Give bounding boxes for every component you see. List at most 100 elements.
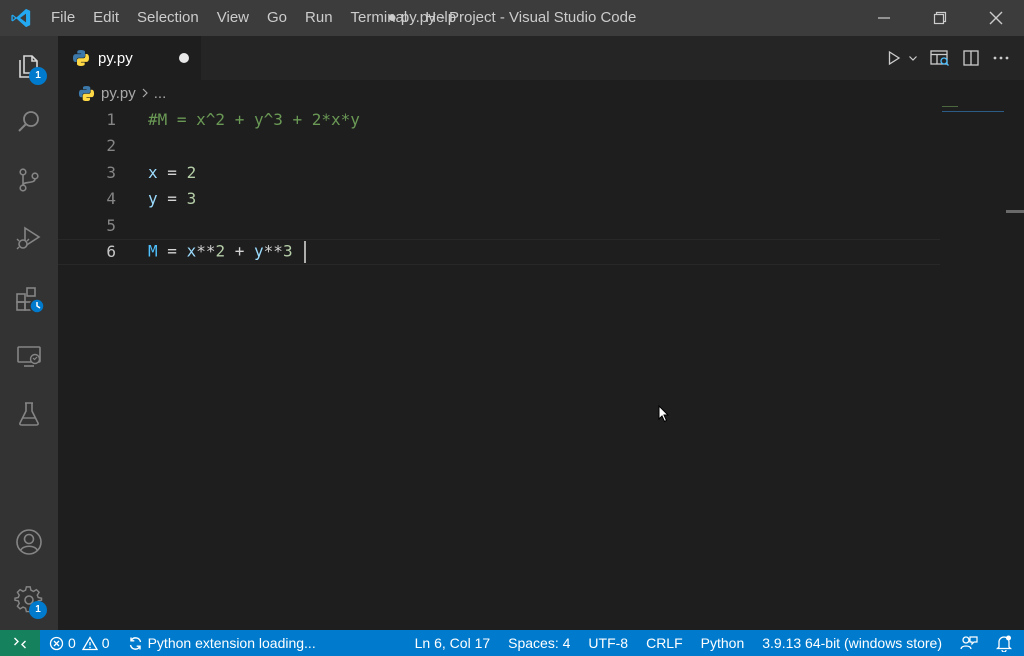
remote-icon — [14, 637, 26, 649]
code-line: 5 — [58, 212, 940, 239]
line-number: 4 — [106, 189, 116, 209]
remote-explorer-icon — [17, 346, 41, 367]
menu-edit[interactable]: Edit — [84, 0, 128, 36]
activity-search[interactable] — [0, 94, 58, 150]
breadcrumb-symbols[interactable]: ... — [154, 85, 167, 102]
python-loading-text: Python extension loading... — [147, 635, 316, 651]
vscode-logo-icon — [0, 0, 42, 36]
scrollbar-cursor-marker[interactable] — [1006, 210, 1024, 213]
line-number: 6 — [106, 242, 116, 262]
line-code: y = 3 — [148, 189, 197, 209]
restore-button[interactable] — [912, 0, 968, 36]
close-icon — [989, 11, 1003, 25]
menu-selection[interactable]: Selection — [128, 0, 208, 36]
feedback-icon — [960, 636, 978, 650]
run-debug-icon — [16, 226, 41, 250]
notifications-button[interactable] — [987, 630, 1024, 656]
code-editor[interactable]: 1 #M = x^2 + y^3 + 2*x*y 2 3 x = 2 4 y =… — [58, 106, 1024, 630]
line-code: M = x**2 + y**3 — [148, 240, 307, 263]
play-icon — [888, 50, 901, 66]
menu-terminal[interactable]: Terminal — [342, 0, 417, 36]
breadcrumb-file[interactable]: py.py — [101, 85, 136, 102]
search-icon — [18, 111, 39, 132]
activity-explorer[interactable]: 1 — [0, 38, 58, 94]
mouse-pointer-icon — [658, 405, 670, 423]
activity-accounts[interactable] — [0, 514, 58, 570]
encoding[interactable]: UTF-8 — [579, 630, 637, 656]
status-bar-right: Ln 6, Col 17 Spaces: 4 UTF-8 CRLF Python… — [406, 630, 1024, 656]
python-file-icon — [78, 85, 95, 101]
warning-count: 0 — [101, 635, 110, 651]
remote-indicator[interactable] — [0, 630, 40, 656]
preview-icon — [930, 50, 949, 66]
error-icon — [49, 636, 64, 650]
restore-icon — [933, 11, 947, 25]
title-bar: File Edit Selection View Go Run Terminal… — [0, 0, 1024, 36]
activity-remote-explorer[interactable] — [0, 328, 58, 384]
minimap[interactable] — [942, 106, 1004, 114]
tab-py-py[interactable]: py.py — [58, 36, 201, 80]
chevron-down-icon — [909, 56, 917, 61]
activity-run-debug[interactable] — [0, 210, 58, 266]
python-file-icon — [73, 50, 89, 66]
explorer-badge: 1 — [29, 67, 47, 85]
tab-bar: py.py — [58, 36, 1024, 80]
activity-testing[interactable] — [0, 386, 58, 442]
python-loading-status[interactable]: Python extension loading... — [119, 630, 325, 656]
line-number: 2 — [106, 136, 116, 156]
problems-indicator[interactable]: 0 0 — [40, 630, 119, 656]
menu-go[interactable]: Go — [258, 0, 296, 36]
menu-bar: File Edit Selection View Go Run Terminal… — [42, 0, 465, 36]
split-editor-icon — [963, 50, 979, 66]
status-bar: 0 0 Python extension loading... Ln 6, Co… — [0, 630, 1024, 656]
editor-actions — [880, 36, 1024, 80]
line-number: 3 — [106, 162, 116, 182]
window-controls — [856, 0, 1024, 36]
line-code: x = 2 — [148, 162, 197, 182]
code-line: 2 — [58, 133, 940, 160]
menu-file[interactable]: File — [42, 0, 84, 36]
menu-view[interactable]: View — [208, 0, 258, 36]
code-line: 1 #M = x^2 + y^3 + 2*x*y — [58, 106, 940, 133]
open-preview-button[interactable] — [924, 36, 956, 80]
sync-icon — [129, 636, 141, 650]
python-interpreter[interactable]: 3.9.13 64-bit (windows store) — [753, 630, 951, 656]
extensions-icon — [16, 287, 44, 314]
error-count: 0 — [68, 635, 76, 651]
minimize-icon — [878, 17, 890, 19]
flask-icon — [19, 402, 39, 426]
menu-run[interactable]: Run — [296, 0, 342, 36]
line-number: 5 — [106, 215, 116, 235]
feedback-button[interactable] — [951, 630, 987, 656]
close-window-button[interactable] — [968, 0, 1024, 36]
breadcrumb: py.py ... — [58, 80, 166, 106]
chevron-right-icon — [142, 88, 148, 98]
manage-badge: 1 — [29, 601, 47, 619]
minimize-button[interactable] — [856, 0, 912, 36]
line-code-text: M = x**2 + y**3 — [148, 241, 293, 261]
ellipsis-icon — [993, 56, 1009, 60]
indentation[interactable]: Spaces: 4 — [499, 630, 579, 656]
activity-manage[interactable]: 1 — [0, 572, 58, 628]
account-icon — [16, 529, 42, 555]
code-line: 3 x = 2 — [58, 159, 940, 186]
code-line-active: 6 M = x**2 + y**3 — [58, 238, 940, 265]
line-code: #M = x^2 + y^3 + 2*x*y — [148, 109, 360, 129]
split-editor-button[interactable] — [956, 36, 986, 80]
text-cursor — [304, 240, 307, 263]
language-mode[interactable]: Python — [692, 630, 754, 656]
menu-help[interactable]: Help — [416, 0, 465, 36]
more-actions-button[interactable] — [986, 36, 1024, 80]
unsaved-dot-icon[interactable] — [179, 53, 189, 63]
activity-source-control[interactable] — [0, 152, 58, 208]
end-of-line[interactable]: CRLF — [637, 630, 692, 656]
warning-icon — [81, 635, 98, 650]
cursor-position[interactable]: Ln 6, Col 17 — [406, 630, 500, 656]
tab-label: py.py — [98, 49, 133, 67]
run-python-file-button[interactable] — [880, 36, 924, 80]
activity-extensions[interactable] — [0, 272, 58, 328]
activity-bar: 1 1 — [0, 36, 58, 630]
bell-icon — [996, 635, 1012, 652]
line-number: 1 — [106, 109, 116, 129]
source-control-icon — [19, 168, 39, 192]
